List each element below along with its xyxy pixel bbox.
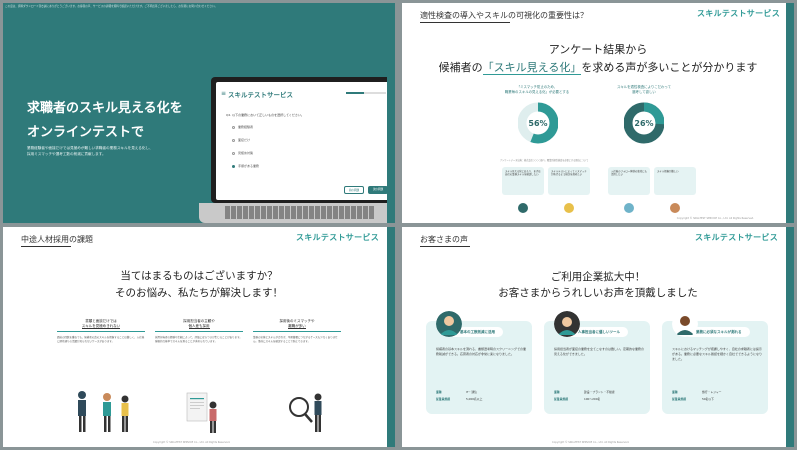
voice-industry: 業種 IT・通信 <box>436 390 477 394</box>
radio-icon <box>232 164 235 168</box>
voice-size: 従業員規模 50名以下 <box>672 397 714 401</box>
person-avatar-icon <box>624 203 634 213</box>
donut-chart-1: 56% <box>518 102 558 144</box>
person-avatar-icon <box>670 203 680 213</box>
customer-avatar-icon <box>554 311 580 337</box>
title-underline <box>21 246 71 247</box>
issue-column-2: 採用担当者の主観や 個人差も採用 採用担当者の経験や主観によって、評価にばらつきが… <box>155 319 243 344</box>
slide-title: 適性検査の導入やスキルの可視化の重要性は？ <box>420 11 588 20</box>
issue-body: 面接の回数を重ねても、候補者の真のスキルを把握することは難しく、入社後に期待通り… <box>57 336 145 343</box>
voice-size: 従業員規模 5,000名以上 <box>436 397 483 401</box>
quote-card-4: スキル把握が難しい <box>654 167 696 195</box>
cover-heading-line2: オンラインテストで <box>27 125 145 140</box>
magnifier-illustration-icon <box>289 393 322 432</box>
radio-icon <box>232 138 235 142</box>
app-mockup: ≡ スキルテストサービス Q2. 以下の業務において正しいものを選択してください… <box>216 82 392 200</box>
title-underline <box>420 22 510 23</box>
cover-desc-line1: 業務経験者や面接だけでは見極めが難しい求職者の業務スキルを見える化し、 <box>27 146 153 150</box>
side-bar <box>786 227 794 447</box>
copyright: Copyright © SKILLTEST SERVICE Co., Ltd. … <box>153 441 231 444</box>
issue-column-1: 書類と面談だけでは スキルを見極めきれない 面接の回数を重ねても、候補者の真のスキ… <box>57 319 145 344</box>
issue-body: 採用担当者の経験や主観によって、評価にばらつきが生じることがあります。客観的な基… <box>155 336 242 343</box>
issues-heading-line1: 当てはまるものはございますか？ <box>120 270 278 282</box>
issue-title: 採用後のミスマッチや 離職が多い <box>253 319 341 332</box>
progress-fill <box>346 92 364 94</box>
survey-heading-line2: 候補者の「スキル見える化」を求める声が多いことが分かります <box>438 61 758 75</box>
voice-industry: 業種 建設・プラント・不動産 <box>554 390 615 394</box>
people-illustration-icon <box>78 391 129 432</box>
cover-desc-line2: 採用ミスマッチや選考工数の削減に貢献します。 <box>27 152 106 156</box>
slide-issues: 中途人材採用の課題 スキルテストサービス 当てはまるものはございますか？ そのお… <box>3 227 395 447</box>
quote-card-3: 入社後のフォロー体制の強化にも活用したい <box>608 167 650 195</box>
customer-avatar-icon <box>672 311 698 337</box>
option-3[interactable]: 見極め対策 <box>232 151 253 155</box>
donut1-label: 「ミスマッチ防止のため、 職業毎のスキルの見える化」が必要とする <box>504 85 570 94</box>
side-bar <box>786 3 794 223</box>
next-button[interactable]: 次の問題 <box>368 186 388 194</box>
copyright: Copyright © SKILLTEST SERVICE Co., Ltd. … <box>676 217 754 220</box>
issue-body: 業務の実態とスキルが合わず、早期離職につながるケースも少なくありません。事前にス… <box>253 336 338 343</box>
question-text: Q2. 以下の業務において正しいものを選択してください。 <box>226 113 304 117</box>
slide-title: 中途人材採用の課題 <box>21 235 93 244</box>
survey-note: アンケートデータ出典：株式会社○○○○調べ。職業別適性検査を必要とする理由につい… <box>500 159 589 162</box>
radio-icon <box>232 125 235 129</box>
slide-cover: この度は、資料ダウンロード頂き誠にありがとうございます。お客様の声、サービスの詳… <box>3 3 395 223</box>
voice-body: 候補者の基本スキルを測れる、書類選考時のスクリーニングでの業務削減ができる。応募… <box>436 347 527 356</box>
issues-heading-line2: そのお悩み、私たちが解決します！ <box>115 287 283 299</box>
voice-body: スキルにおけるマッチングが把握しやすく、自社の求職者には提示がある。業務に必要な… <box>672 347 762 361</box>
menu-icon[interactable]: ≡ <box>221 90 226 97</box>
cover-heading-line1: 求職者のスキル見える化を <box>27 101 183 116</box>
issue-title: 書類と面談だけでは スキルを見極めきれない <box>57 319 145 332</box>
copyright: Copyright © SKILLTEST SERVICE Co., Ltd. … <box>552 441 630 444</box>
person-avatar-icon <box>564 203 574 213</box>
slide-voices: お客さまの声 スキルテストサービス ご利用企業拡大中！ お客さまからうれしいお声… <box>402 227 794 447</box>
voices-heading-line2: お客さまからうれしいお声を頂戴しました <box>498 287 698 299</box>
option-4[interactable]: 手順がある業務 <box>232 164 259 168</box>
customer-avatar-icon <box>436 311 462 337</box>
issue-title: 採用担当者の主観や 個人差も採用 <box>155 319 243 332</box>
issue-column-3: 採用後のミスマッチや 離職が多い 業務の実態とスキルが合わず、早期離職につながるケ… <box>253 319 341 344</box>
donut1-percent: 56% <box>528 119 547 128</box>
radio-icon <box>232 151 235 155</box>
voices-heading-line1: ご利用企業拡大中！ <box>550 271 646 283</box>
side-bar <box>387 227 395 447</box>
voice-industry: 業種 旅行・レジャー <box>672 390 722 394</box>
voice-size: 従業員規模 100〜200名 <box>554 397 601 401</box>
option-2[interactable]: 面接だけ <box>232 138 250 142</box>
slide-title: お客さまの声 <box>420 235 468 244</box>
back-button[interactable]: 前の問題 <box>344 186 364 194</box>
slide-survey: 適性検査の導入やスキルの可視化の重要性は？ スキルテストサービス アンケート結果… <box>402 3 794 223</box>
side-bar <box>387 3 395 223</box>
laptop-keys <box>225 206 375 219</box>
app-title: スキルテストサービス <box>228 91 293 99</box>
brand-logo: スキルテストサービス <box>695 233 778 242</box>
quote-card-1: スキル見える化にあたり、まずは自社の業務スキルを確認したい <box>502 167 544 195</box>
donut2-percent: 26% <box>634 119 653 128</box>
brand-logo: スキルテストサービス <box>296 233 379 242</box>
document-illustration-icon <box>186 392 217 433</box>
survey-heading-line1: アンケート結果から <box>548 43 648 56</box>
donut-chart-2: 26% <box>624 102 664 144</box>
quote-card-2: スキルテストによってミスマッチが防げるよう検討を進めたい <box>548 167 590 195</box>
top-note: この度は、資料ダウンロード頂き誠にありがとうございます。お客様の声、サービスの詳… <box>5 5 218 8</box>
donut2-label: スキルを適性検査によりこだわって 選考して欲しい <box>616 85 671 94</box>
option-1[interactable]: 業務経験者 <box>232 125 253 129</box>
progress-bar <box>346 92 386 94</box>
person-avatar-icon <box>518 203 528 213</box>
title-underline <box>420 246 470 247</box>
brand-logo: スキルテストサービス <box>697 9 780 18</box>
voice-body: 採用担当者が面接の業務を全てこなすのは難しい。定期的な業務の見える化ができました… <box>554 347 645 356</box>
